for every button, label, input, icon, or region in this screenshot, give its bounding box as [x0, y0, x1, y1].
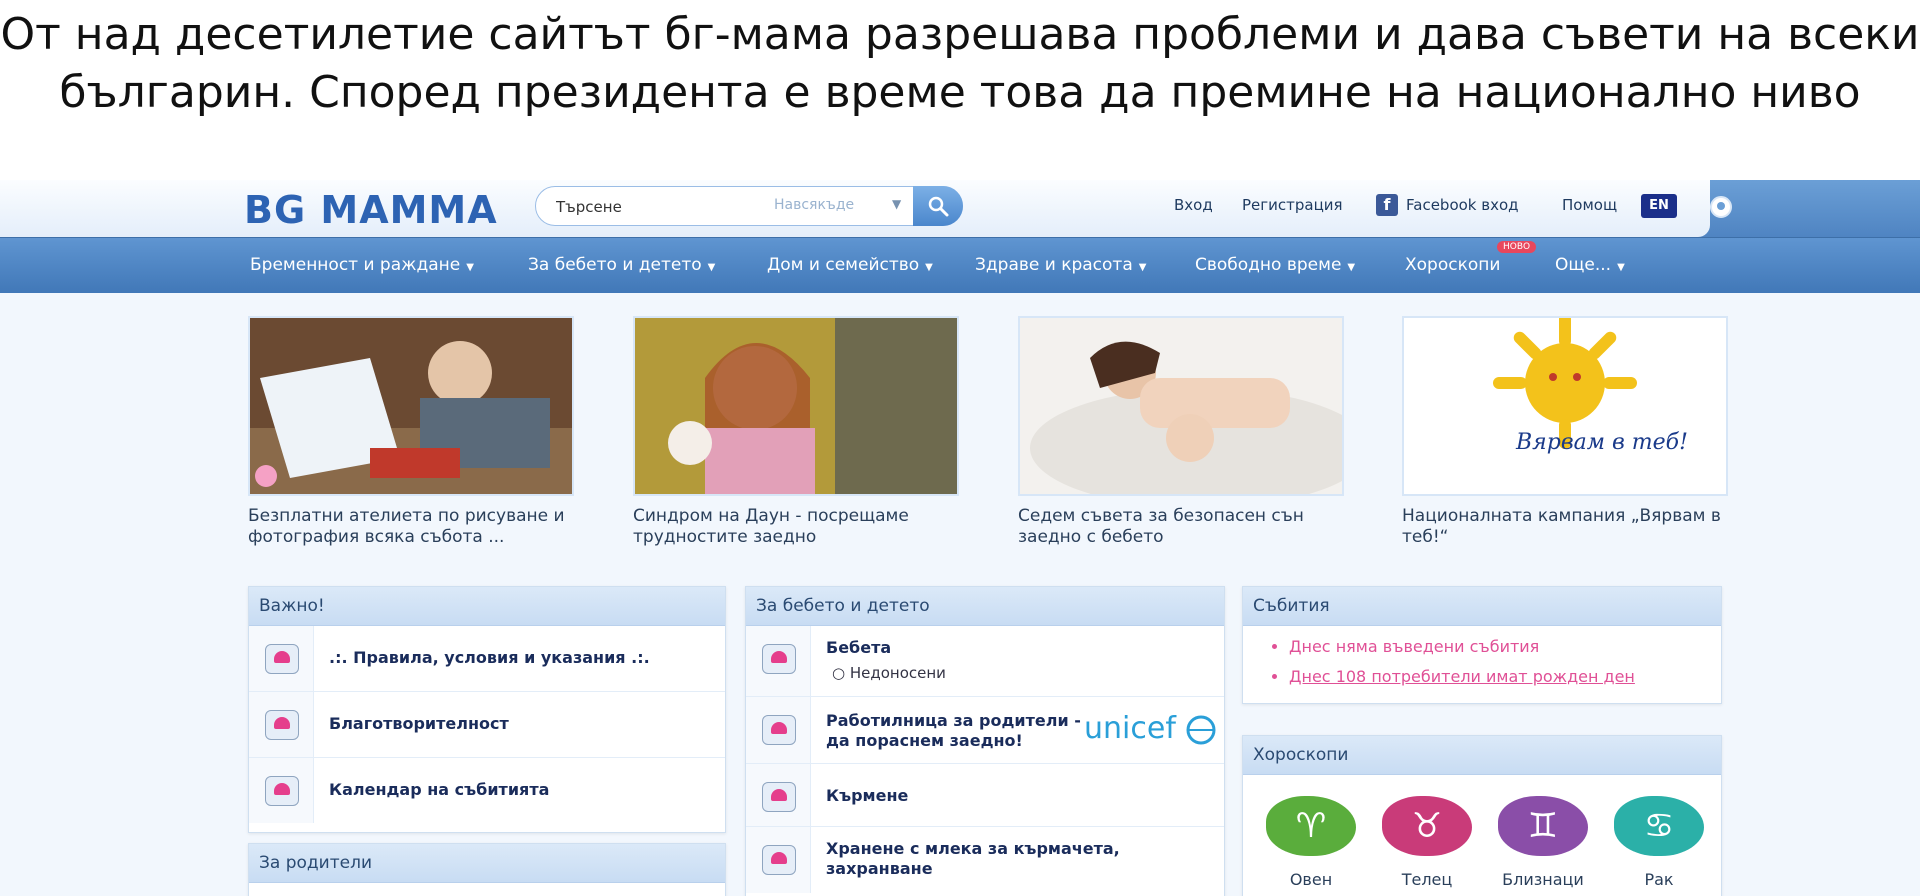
list-item[interactable]: Кърмене — [746, 764, 1224, 827]
list-item[interactable]: Календар на събитията — [249, 758, 725, 823]
feature-image[interactable] — [1018, 316, 1344, 496]
important-panel: Важно! .:. Правила, условия и указания .… — [248, 586, 726, 833]
forum-icon — [762, 644, 796, 674]
forum-icon — [762, 782, 796, 812]
list-item[interactable]: Благотворителност — [249, 692, 725, 758]
feature-card[interactable]: Синдром на Даун - посрещаме трудностите … — [633, 316, 959, 548]
list-item[interactable]: Бебета ○ Недоносени — [746, 626, 1224, 697]
chevron-down-icon: ▼ — [925, 262, 933, 273]
list-item[interactable]: .:. Правила, условия и указания .:. — [249, 626, 725, 692]
list-item[interactable]: Хранене с млека за кърмачета, захранване — [746, 827, 1224, 893]
feature-card[interactable]: Седем съвета за безопасен сън заедно с б… — [1018, 316, 1344, 548]
feature-image[interactable] — [248, 316, 574, 496]
taurus-icon: ♉ — [1382, 796, 1472, 856]
horoscopes-panel: Хороскопи ♈ Овен ♉ Телец ♊ Близнаци ♋ Ра… — [1242, 735, 1722, 896]
nav-item-health[interactable]: Здраве и красота ▼ — [975, 255, 1146, 275]
feature-title[interactable]: Националната кампания „Вярвам в теб!“ — [1402, 506, 1728, 548]
caption-line-2: българин. Според президента е време това… — [59, 67, 1861, 118]
zodiac-aries[interactable]: ♈ Овен — [1263, 796, 1359, 889]
site-screenshot: BG MAMMA Навсякъде ▼ Вход Регистрация f … — [0, 180, 1920, 896]
panel-title: Хороскопи — [1243, 736, 1721, 775]
avatar[interactable] — [1710, 196, 1732, 218]
caption: От над десетилетие сайтът бг-мама разреш… — [0, 0, 1920, 148]
subforum-link[interactable]: ○ Недоносени — [832, 664, 946, 682]
zodiac-taurus[interactable]: ♉ Телец — [1379, 796, 1475, 889]
unicef-logo: unicef — [1084, 711, 1176, 746]
login-link[interactable]: Вход — [1174, 196, 1213, 214]
baby-panel: За бебето и детето Бебета ○ Недоносени Р… — [745, 586, 1225, 896]
nav-item-horoscopes[interactable]: Хороскопи — [1405, 255, 1500, 275]
search-input[interactable] — [554, 194, 778, 220]
facebook-icon[interactable]: f — [1376, 194, 1398, 216]
language-switch[interactable]: EN — [1641, 194, 1677, 218]
site-logo[interactable]: BG MAMMA — [244, 188, 498, 232]
forum-icon — [265, 710, 299, 740]
chevron-down-icon: ▼ — [466, 262, 474, 273]
caption-line-1: От над десетилетие сайтът бг-мама разреш… — [0, 9, 1920, 60]
list-item[interactable]: Работилница за родители - да пораснем за… — [746, 697, 1224, 764]
forum-icon — [762, 845, 796, 875]
chevron-down-icon: ▼ — [707, 262, 716, 273]
feature-image[interactable] — [633, 316, 959, 496]
globe-icon — [1186, 715, 1216, 745]
register-link[interactable]: Регистрация — [1242, 196, 1343, 214]
panel-title: Важно! — [249, 587, 725, 626]
aries-icon: ♈ — [1266, 796, 1356, 856]
feature-image[interactable]: Вярвам в теб! — [1402, 316, 1728, 496]
feature-title[interactable]: Безплатни ателиета по рисуване и фотогра… — [248, 506, 574, 548]
feature-title[interactable]: Седем съвета за безопасен сън заедно с б… — [1018, 506, 1344, 548]
nav-item-more[interactable]: Още... ▼ — [1555, 255, 1625, 275]
search-button[interactable] — [913, 186, 963, 226]
cancer-icon: ♋ — [1614, 796, 1704, 856]
gemini-icon: ♊ — [1498, 796, 1588, 856]
new-badge: НОВО — [1497, 241, 1537, 253]
zodiac-cancer[interactable]: ♋ Рак — [1611, 796, 1707, 889]
event-item[interactable]: Днес няма въведени събития — [1289, 632, 1721, 662]
search-scope[interactable]: Навсякъде — [774, 197, 854, 213]
nav-item-home[interactable]: Дом и семейство ▼ — [767, 255, 933, 275]
nav-item-baby[interactable]: За бебето и детето ▼ — [528, 255, 715, 275]
feature-card[interactable]: Вярвам в теб! Националната кампания „Вяр… — [1402, 316, 1728, 548]
chevron-down-icon: ▼ — [1347, 262, 1356, 273]
panel-title: Събития — [1243, 587, 1721, 626]
campaign-logo-text: Вярвам в теб! — [1516, 430, 1688, 455]
feature-title[interactable]: Синдром на Даун - посрещаме трудностите … — [633, 506, 959, 548]
search-box[interactable]: Навсякъде ▼ — [535, 186, 963, 226]
events-list: Днес няма въведени събития Днес 108 потр… — [1243, 632, 1721, 692]
search-icon — [928, 196, 949, 217]
facebook-login-link[interactable]: Facebook вход — [1406, 196, 1519, 214]
forum-icon — [265, 776, 299, 806]
panel-title: За бебето и детето — [746, 587, 1224, 626]
event-item[interactable]: Днес 108 потребители имат рожден ден — [1289, 662, 1721, 692]
panel-title: За родители — [249, 844, 725, 883]
chevron-down-icon[interactable]: ▼ — [892, 197, 901, 211]
chevron-down-icon: ▼ — [1138, 262, 1147, 273]
chevron-down-icon: ▼ — [1617, 262, 1625, 273]
zodiac-gemini[interactable]: ♊ Близнаци — [1495, 796, 1591, 889]
feature-card[interactable]: Безплатни ателиета по рисуване и фотогра… — [248, 316, 574, 548]
help-link[interactable]: Помощ — [1562, 196, 1617, 214]
nav-item-free-time[interactable]: Свободно време ▼ — [1195, 255, 1355, 275]
parents-panel: За родители — [248, 843, 726, 896]
events-panel: Събития Днес няма въведени събития Днес … — [1242, 586, 1722, 704]
nav-item-pregnancy[interactable]: Бременност и раждане ▼ — [250, 255, 474, 275]
forum-icon — [762, 715, 796, 745]
forum-icon — [265, 644, 299, 674]
